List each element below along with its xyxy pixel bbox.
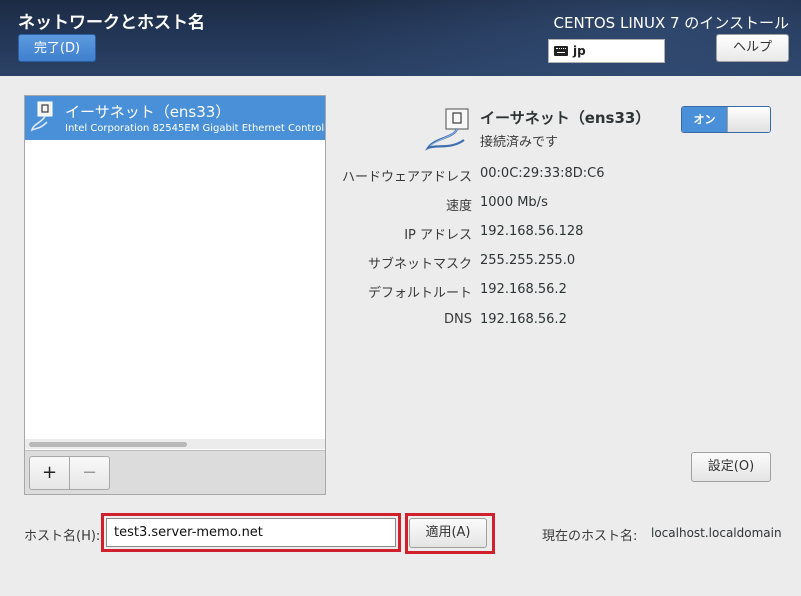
current-hostname-value: localhost.localdomain — [651, 526, 782, 540]
apply-button[interactable]: 適用(A) — [409, 518, 487, 548]
connection-item-name: イーサネット（ens33） — [65, 103, 231, 121]
detail-row-default-route: デフォルトルート 192.168.56.2 — [330, 282, 790, 302]
page-title: ネットワークとホスト名 — [18, 13, 205, 33]
hostname-input[interactable] — [106, 518, 396, 547]
header-bar: ネットワークとホスト名 完了(D) CENTOS LINUX 7 のインストール… — [0, 0, 801, 76]
ethernet-device-icon — [425, 108, 469, 151]
detail-value: 192.168.56.2 — [480, 282, 567, 297]
keyboard-icon — [554, 46, 568, 56]
detail-row-ip-address: IP アドレス 192.168.56.128 — [330, 224, 790, 244]
detail-value: 1000 Mb/s — [480, 195, 548, 210]
toggle-on-label: オン — [682, 107, 727, 132]
detail-value: 192.168.56.128 — [480, 224, 584, 239]
detail-value: 192.168.56.2 — [480, 312, 567, 327]
connection-list: イーサネット（ens33） Intel Corporation 82545EM … — [24, 95, 326, 495]
detail-row-dns: DNS 192.168.56.2 — [330, 312, 790, 332]
help-button[interactable]: ヘルプ — [716, 34, 789, 62]
detail-row-subnet-mask: サブネットマスク 255.255.255.0 — [330, 253, 790, 273]
scrollbar-thumb[interactable] — [29, 442, 187, 447]
ethernet-icon — [30, 101, 53, 132]
detail-label: DNS — [444, 312, 472, 327]
current-hostname-label: 現在のホスト名: — [542, 529, 638, 544]
detail-label: 速度 — [445, 199, 472, 214]
toggle-knob[interactable] — [727, 107, 770, 132]
detail-label: デフォルトルート — [367, 286, 472, 301]
device-status: 接続済みです — [480, 135, 559, 150]
product-title: CENTOS LINUX 7 のインストール — [553, 14, 789, 32]
done-button[interactable]: 完了(D) — [18, 34, 96, 62]
connection-list-toolbar: + − — [25, 450, 325, 494]
add-connection-button[interactable]: + — [29, 456, 70, 490]
device-name: イーサネット（ens33） — [480, 109, 651, 127]
detail-value: 00:0C:29:33:8D:C6 — [480, 166, 605, 181]
connection-item-ens33[interactable]: イーサネット（ens33） Intel Corporation 82545EM … — [25, 96, 325, 140]
device-power-toggle[interactable]: オン — [681, 106, 771, 133]
detail-label: サブネットマスク — [367, 257, 472, 272]
detail-label: ハードウェアアドレス — [341, 170, 472, 185]
detail-row-hardware-address: ハードウェアアドレス 00:0C:29:33:8D:C6 — [330, 166, 790, 186]
detail-label: IP アドレス — [404, 228, 472, 243]
keyboard-layout-label: jp — [573, 44, 586, 58]
detail-row-speed: 速度 1000 Mb/s — [330, 195, 790, 215]
connection-item-description: Intel Corporation 82545EM Gigabit Ethern… — [65, 123, 325, 134]
detail-value: 255.255.255.0 — [480, 253, 576, 268]
horizontal-scrollbar[interactable] — [25, 439, 325, 449]
remove-connection-button[interactable]: − — [69, 456, 110, 490]
settings-button[interactable]: 設定(O) — [691, 452, 771, 482]
hostname-label: ホスト名(H): — [24, 529, 101, 544]
keyboard-layout-indicator[interactable]: jp — [548, 39, 665, 63]
